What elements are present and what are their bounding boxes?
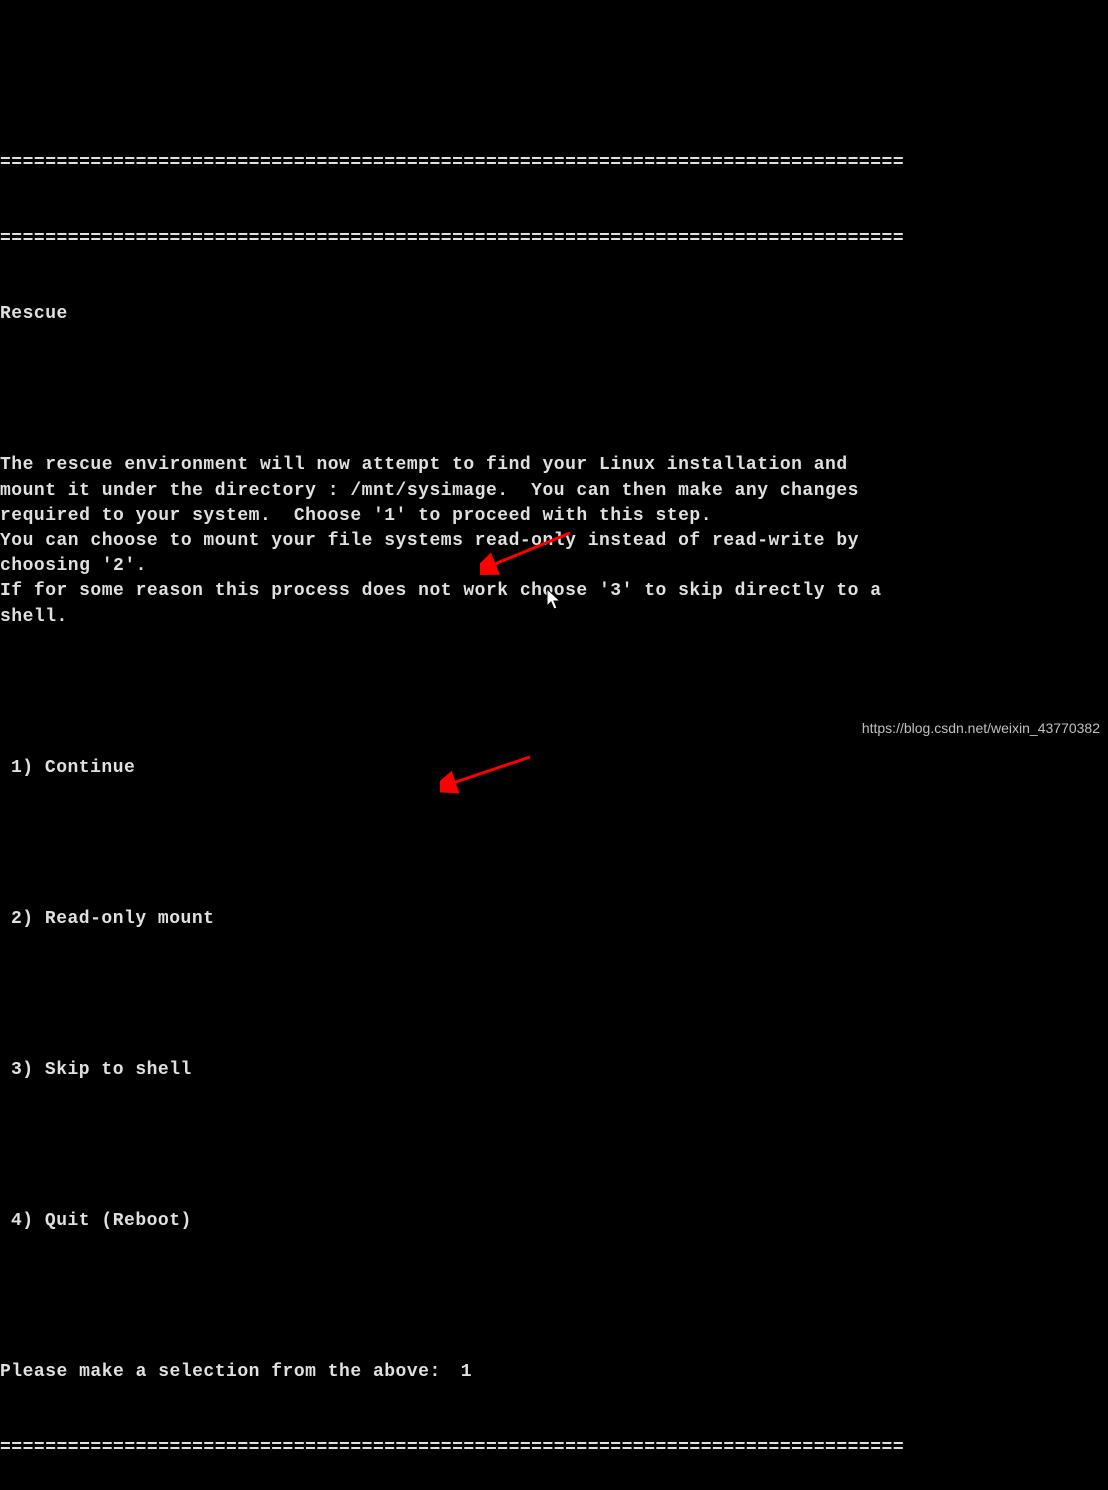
terminal-output: ========================================… [0,101,1108,1490]
menu-option-quit[interactable]: 4) Quit (Reboot) [0,1209,1108,1234]
menu-option-readonly[interactable]: 2) Read-only mount [0,907,1108,932]
selection-input-value[interactable]: 1 [441,1360,472,1385]
blank-line [0,1133,1108,1158]
blank-line [0,680,1108,705]
blank-line [0,378,1108,403]
separator-line: ========================================… [0,151,1108,176]
blank-line [0,982,1108,1007]
rescue-title: Rescue [0,302,1108,327]
separator-line: ========================================… [0,227,1108,252]
rescue-description: The rescue environment will now attempt … [0,453,1108,629]
menu-option-skip[interactable]: 3) Skip to shell [0,1058,1108,1083]
watermark-text: https://blog.csdn.net/weixin_43770382 [862,719,1100,739]
blank-line [0,831,1108,856]
blank-line [0,1285,1108,1310]
selection-prompt-line: Please make a selection from the above: … [0,1360,1108,1385]
separator-line: ========================================… [0,1436,1108,1461]
menu-option-continue[interactable]: 1) Continue [0,756,1108,781]
selection-prompt-text: Please make a selection from the above: [0,1360,441,1385]
